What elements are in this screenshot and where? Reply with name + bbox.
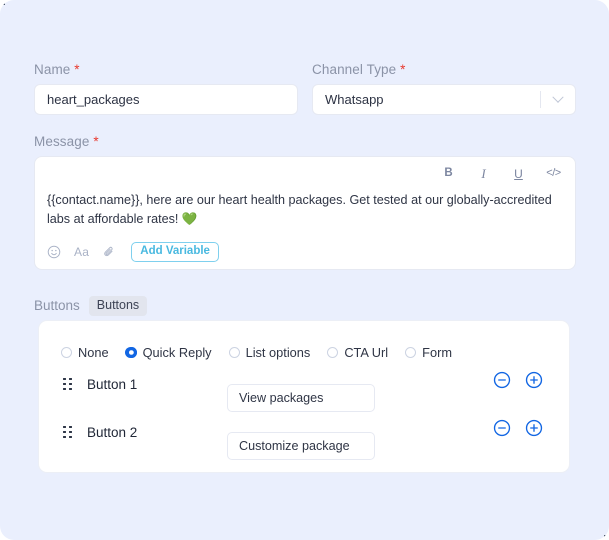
radio-label: Form <box>422 345 452 360</box>
message-label: Message * <box>34 134 576 149</box>
code-icon[interactable]: </> <box>546 168 561 179</box>
radio-option-quick-reply[interactable]: Quick Reply <box>126 345 212 360</box>
radio-indicator <box>61 347 72 358</box>
channel-type-value: Whatsapp <box>325 92 540 107</box>
radio-option-cta-url[interactable]: CTA Url <box>327 345 388 360</box>
button-row-label: Button 2 <box>87 425 227 440</box>
radio-option-none[interactable]: None <box>61 345 109 360</box>
plus-circle-icon[interactable] <box>525 371 543 389</box>
name-input[interactable]: heart_packages <box>34 84 298 115</box>
editor-format-toolbar: B I U </> <box>35 157 575 190</box>
top-fields-row: Name * heart_packages Channel Type * Wha… <box>34 62 576 115</box>
name-field-group: Name * heart_packages <box>34 62 298 115</box>
green-heart-emoji: 💚 <box>182 212 198 226</box>
drag-handle-icon[interactable] <box>63 426 74 439</box>
minus-circle-icon[interactable] <box>493 419 511 437</box>
radio-indicator <box>126 347 137 358</box>
message-text-area[interactable]: {{contact.name}}, here are our heart hea… <box>35 190 575 235</box>
buttons-panel: None Quick Reply List options CTA Url Fo… <box>38 320 570 473</box>
table-row: Button 2 Customize package <box>39 408 569 456</box>
button-row-label: Button 1 <box>87 377 227 392</box>
radio-label: List options <box>246 345 311 360</box>
buttons-section-label: Buttons <box>34 298 80 313</box>
paperclip-icon[interactable] <box>102 245 116 259</box>
message-required-asterisk: * <box>93 134 98 149</box>
corner-artifact-bottom-right <box>604 535 609 540</box>
message-text-line-2: labs at affordable rates! <box>47 212 178 226</box>
drag-handle-icon[interactable] <box>63 378 74 391</box>
editor-insert-toolbar: Aa Add Variable <box>35 235 575 269</box>
channel-type-select[interactable]: Whatsapp <box>312 84 576 115</box>
radio-label: Quick Reply <box>143 345 212 360</box>
button-text-value: View packages <box>239 391 323 405</box>
channel-type-label-text: Channel Type <box>312 62 396 77</box>
row-actions <box>493 419 543 437</box>
radio-label: None <box>78 345 109 360</box>
emoji-icon[interactable] <box>47 245 61 259</box>
row-actions <box>493 371 543 389</box>
italic-icon[interactable]: I <box>476 167 491 180</box>
underline-icon[interactable]: U <box>511 168 526 180</box>
channel-type-field-group: Channel Type * Whatsapp <box>312 62 576 115</box>
add-variable-button[interactable]: Add Variable <box>131 242 219 263</box>
name-input-value: heart_packages <box>47 92 140 107</box>
chevron-down-icon[interactable] <box>541 96 575 104</box>
message-editor[interactable]: B I U </> {{contact.name}}, here are our… <box>34 156 576 270</box>
minus-circle-icon[interactable] <box>493 371 511 389</box>
corner-artifact-top-left <box>0 0 5 5</box>
message-text-line-1: {{contact.name}}, here are our heart hea… <box>47 193 552 207</box>
channel-type-label: Channel Type * <box>312 62 576 77</box>
buttons-section-header: Buttons Buttons <box>34 296 147 316</box>
radio-indicator <box>327 347 338 358</box>
radio-indicator <box>229 347 240 358</box>
page-root: Name * heart_packages Channel Type * Wha… <box>0 0 609 540</box>
message-label-text: Message <box>34 134 89 149</box>
text-format-icon[interactable]: Aa <box>74 245 89 259</box>
plus-circle-icon[interactable] <box>525 419 543 437</box>
message-field-group: Message * B I U </> {{contact.name}}, he… <box>34 134 576 270</box>
radio-indicator <box>405 347 416 358</box>
button-text-value: Customize package <box>239 439 350 453</box>
button-type-radio-group: None Quick Reply List options CTA Url Fo… <box>39 321 569 360</box>
bold-icon[interactable]: B <box>441 168 456 180</box>
name-required-asterisk: * <box>74 62 79 77</box>
buttons-tab-chip[interactable]: Buttons <box>89 296 147 316</box>
table-row: Button 1 View packages <box>39 360 569 408</box>
radio-option-list-options[interactable]: List options <box>229 345 311 360</box>
button-text-input[interactable]: Customize package <box>227 432 375 460</box>
name-label-text: Name <box>34 62 70 77</box>
radio-label: CTA Url <box>344 345 388 360</box>
name-label: Name * <box>34 62 298 77</box>
radio-option-form[interactable]: Form <box>405 345 452 360</box>
channel-type-required-asterisk: * <box>400 62 405 77</box>
